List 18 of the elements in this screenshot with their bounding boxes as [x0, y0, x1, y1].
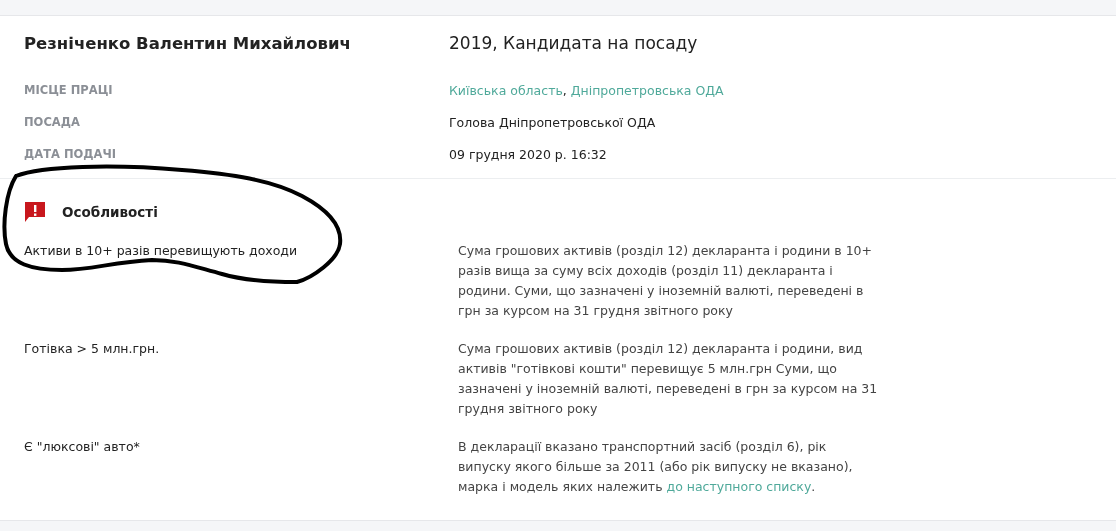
section-title: Особливості	[62, 204, 158, 220]
field-label: МІСЦЕ ПРАЦІ	[24, 83, 114, 97]
declaration-title: 2019, Кандидата на посаду	[449, 33, 698, 55]
field-label: ДАТА ПОДАЧІ	[24, 147, 117, 161]
list-link[interactable]: до наступного списку	[666, 479, 812, 494]
field-label: ПОСАДА	[24, 115, 81, 129]
separator: ,	[562, 82, 568, 98]
region-link[interactable]: Дніпропетровська ОДА	[570, 82, 724, 98]
feature-description: Сума грошових активів (розділ 12) декларанта і родини в 10+ разів вища за суму всіх доходів (розділ 11) декларанта і родини. Суми, що зазначені у іноземній валюті, переведені в грн за курсом на 31 грудня звітного року	[458, 242, 874, 320]
feature-name: Готівка > 5 млн.грн.	[24, 340, 161, 358]
feature-description: В декларації вказано транспортний засіб (розділ 6), рік випуску якого більше за 2011 (або рік випуску не вказано), марка і модель яких належить до наступного списку.	[458, 438, 854, 496]
feature-description: Сума грошових активів (розділ 12) декларанта і родини, вид активів "готівкові кошти" перевищує 5 млн.грн Суми, що зазначені у іноземній валюті, переведені в грн за курсом на 31 грудня звітного року	[458, 340, 878, 418]
feature-name: Є "люксові" авто*	[24, 438, 141, 456]
person-name: Резніченко Валентин Михайлович	[24, 33, 352, 55]
region-link[interactable]: Київська область	[449, 82, 563, 98]
field-value: 09 грудня 2020 р. 16:32	[449, 146, 607, 162]
feature-name: Активи в 10+ разів перевищують доходи	[24, 242, 299, 260]
field-value: Голова Дніпропетровської ОДА	[449, 114, 656, 130]
